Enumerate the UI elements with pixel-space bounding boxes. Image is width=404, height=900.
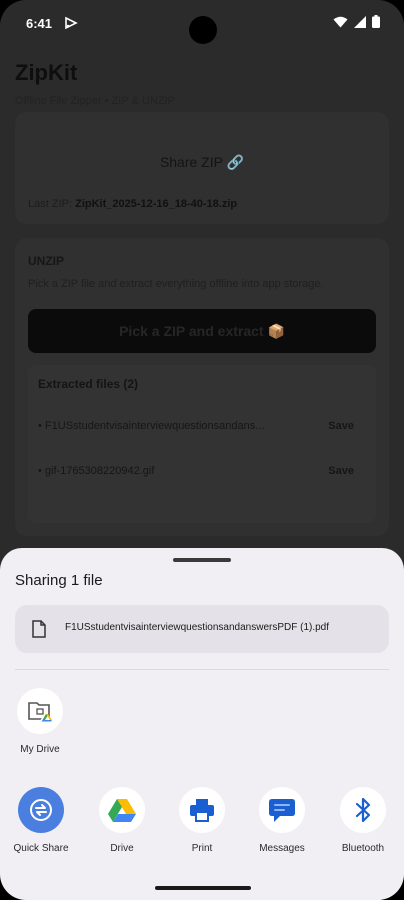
share-target-label: Messages xyxy=(259,843,305,854)
share-target-my-drive[interactable]: My Drive xyxy=(14,688,66,755)
cast-icon xyxy=(65,16,78,30)
list-item: • F1USstudentvisainterviewquestionsandan… xyxy=(38,420,366,432)
phone-screen: 6:41 ZipKit Offline File Zipper • ZIP & … xyxy=(0,0,404,900)
share-target-print[interactable]: Print xyxy=(171,787,233,854)
divider xyxy=(15,669,389,670)
last-zip-label: Last ZIP: xyxy=(28,198,73,210)
share-zip-button[interactable]: Share ZIP 🔗 xyxy=(15,154,389,171)
wifi-icon xyxy=(333,16,348,27)
save-button[interactable]: Save xyxy=(328,420,354,432)
drive-folder-icon xyxy=(28,702,52,722)
messages-icon xyxy=(269,799,295,822)
pick-zip-button[interactable]: Pick a ZIP and extract 📦 xyxy=(28,309,376,353)
unzip-heading: UNZIP xyxy=(28,254,64,268)
app-title: ZipKit xyxy=(15,60,78,85)
print-icon xyxy=(190,799,214,822)
battery-icon xyxy=(372,15,380,28)
sheet-title: Sharing 1 file xyxy=(15,572,103,589)
navigation-handle[interactable] xyxy=(155,886,251,890)
bluetooth-icon xyxy=(355,797,371,823)
share-target-label: Drive xyxy=(110,843,134,854)
file-name: • F1USstudentvisainterviewquestionsandan… xyxy=(38,420,265,432)
shared-file-name: F1USstudentvisainterviewquestionsandansw… xyxy=(65,622,330,633)
extracted-files-panel: Extracted files (2) • F1USstudentvisaint… xyxy=(28,365,376,523)
status-time: 6:41 xyxy=(26,16,53,31)
status-bar: 6:41 xyxy=(0,0,404,44)
last-zip-value: ZipKit_2025-12-16_18-40-18.zip xyxy=(75,198,238,210)
signal-icon xyxy=(354,15,366,28)
app-subtitle: Offline File Zipper • ZIP & UNZIP xyxy=(15,95,175,107)
share-target-label: Print xyxy=(191,843,213,854)
share-target-label: My Drive xyxy=(20,744,60,755)
camera-cutout xyxy=(189,16,217,44)
unzip-description: Pick a ZIP file and extract everything o… xyxy=(28,278,324,290)
list-item: • gif-1765308220942.gif Save xyxy=(38,465,366,477)
google-drive-icon xyxy=(108,799,136,822)
share-target-bluetooth[interactable]: Bluetooth xyxy=(332,787,394,854)
share-target-drive[interactable]: Drive xyxy=(91,787,153,854)
document-icon xyxy=(32,620,46,638)
share-target-label: Quick Share xyxy=(13,843,69,854)
shared-file-chip: F1USstudentvisainterviewquestionsandansw… xyxy=(15,605,389,653)
share-target-quick-share[interactable]: Quick Share xyxy=(10,787,72,854)
quick-share-icon xyxy=(30,799,52,821)
share-target-messages[interactable]: Messages xyxy=(251,787,313,854)
share-target-label: Bluetooth xyxy=(341,843,385,854)
save-button[interactable]: Save xyxy=(328,465,354,477)
share-sheet: Sharing 1 file F1USstudentvisainterviewq… xyxy=(0,548,404,900)
extracted-heading: Extracted files (2) xyxy=(38,377,139,391)
unzip-card: UNZIP Pick a ZIP file and extract everyt… xyxy=(15,238,389,536)
drag-handle[interactable] xyxy=(173,558,231,562)
last-zip-info: Last ZIP: ZipKit_2025-12-16_18-40-18.zip xyxy=(28,198,237,210)
zip-card: Share ZIP 🔗 Last ZIP: ZipKit_2025-12-16_… xyxy=(15,112,389,224)
file-name: • gif-1765308220942.gif xyxy=(38,465,155,477)
